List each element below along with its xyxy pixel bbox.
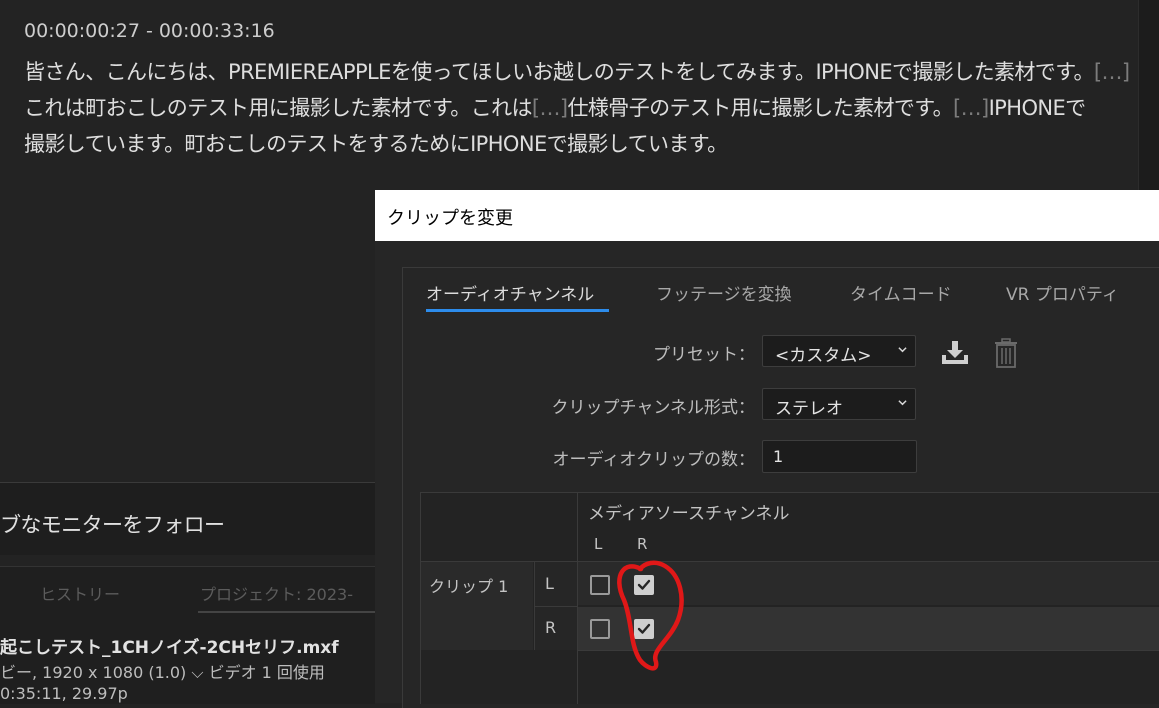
- channel-mapping-grid: メディアソースチャンネル L R クリップ 1 L R: [420, 492, 1159, 704]
- project-clip-duration: 0:35:11, 29.97p: [0, 684, 128, 703]
- audio-clip-count-value: 1: [773, 447, 784, 466]
- project-panel: ヒストリー プロジェクト: 2023- 起こしテスト_1CHノイズ-2CHセリフ…: [0, 566, 375, 704]
- transcript-text: 皆さん、こんにちは、PREMIEREAPPLEを使ってほしいお越しのテストをして…: [24, 60, 1095, 84]
- divider: [577, 493, 578, 704]
- checkbox-l-to-l[interactable]: [590, 575, 610, 595]
- panel-scrollbar[interactable]: [1138, 0, 1159, 190]
- transcript-text: これは町おこしのテスト用に撮影した素材です。これは: [24, 96, 533, 120]
- clip-1-label: クリップ 1: [429, 577, 509, 596]
- channel-row: [578, 607, 1159, 650]
- channel-row: [578, 562, 1159, 605]
- divider: [534, 606, 577, 607]
- transcript-text: 仕様骨子のテスト用に撮影した素材です。: [567, 96, 954, 120]
- clip-channel-r-label: R: [545, 618, 557, 637]
- divider: [578, 650, 1159, 651]
- transcript-line-3[interactable]: 撮影しています。町おこしのテストをするためにIPHONEで撮影しています。: [24, 128, 728, 158]
- audio-clip-count-input[interactable]: 1: [762, 440, 917, 473]
- transcript-line-2[interactable]: これは町おこしのテスト用に撮影した素材です。これは[…]仕様骨子のテスト用に撮影…: [24, 92, 1086, 122]
- download-tray-icon[interactable]: [939, 339, 971, 367]
- transcript-line-1[interactable]: 皆さん、こんにちは、PREMIEREAPPLEを使ってほしいお越しのテストをして…: [24, 56, 1130, 86]
- chevron-down-icon: [898, 400, 907, 406]
- clip-channel-l-label: L: [545, 574, 554, 593]
- tab-timecode[interactable]: タイムコード: [850, 280, 952, 305]
- checkbox-r-to-l[interactable]: [590, 619, 610, 639]
- dialog-title: クリップを変更: [387, 208, 513, 229]
- checkmark-icon: [637, 623, 651, 634]
- clip-channel-format-value: ステレオ: [775, 399, 843, 419]
- follow-monitor-bar: ブなモニターをフォロー: [0, 482, 375, 555]
- project-clip-meta: ビー, 1920 x 1080 (1.0) ⌵ ビデオ 1 回使用: [0, 663, 325, 682]
- audio-clip-count-label: オーディオクリップの数：: [552, 450, 755, 470]
- project-clip-name[interactable]: 起こしテスト_1CHノイズ-2CHセリフ.mxf: [0, 633, 339, 658]
- transcript-timecode: 00:00:00:27 - 00:00:33:16: [24, 20, 275, 42]
- follow-monitor-label[interactable]: ブなモニターをフォロー: [0, 509, 225, 539]
- ellipsis-marker[interactable]: […]: [953, 96, 989, 120]
- checkbox-r-to-r[interactable]: [634, 619, 654, 639]
- chevron-down-icon: [898, 347, 907, 353]
- clip-channel-format-dropdown[interactable]: ステレオ: [762, 388, 916, 420]
- transcript-text: IPHONEで: [988, 96, 1087, 120]
- modify-clip-dialog: クリップを変更 オーディオチャンネル フッテージを変換 タイムコード VR プロ…: [375, 190, 1159, 708]
- tab-interpret-footage[interactable]: フッテージを変換: [656, 280, 792, 305]
- clip-channel-format-label: クリップチャンネル形式：: [551, 398, 756, 418]
- divider: [421, 561, 1159, 562]
- active-tab-indicator: [426, 309, 609, 312]
- ellipsis-marker[interactable]: […]: [1094, 60, 1130, 84]
- tab-project[interactable]: プロジェクト: 2023-: [200, 581, 353, 605]
- preset-label: プリセット：: [653, 345, 755, 365]
- source-column-l: L: [594, 535, 603, 553]
- preset-value: <カスタム>: [775, 346, 872, 366]
- source-column-r: R: [637, 535, 648, 553]
- tab-vr-properties[interactable]: VR プロパティ: [1006, 280, 1119, 305]
- checkmark-icon: [637, 579, 651, 590]
- preset-dropdown[interactable]: <カスタム>: [762, 335, 916, 367]
- checkbox-l-to-r[interactable]: [634, 575, 654, 595]
- trash-icon[interactable]: [994, 338, 1018, 368]
- dialog-titlebar[interactable]: クリップを変更: [375, 190, 1159, 241]
- media-source-channel-header: メディアソースチャンネル: [588, 504, 790, 524]
- ellipsis-marker[interactable]: […]: [532, 96, 568, 120]
- tab-project-underline: [198, 611, 375, 613]
- tab-history[interactable]: ヒストリー: [40, 581, 120, 605]
- tab-audio-channels[interactable]: オーディオチャンネル: [426, 280, 594, 305]
